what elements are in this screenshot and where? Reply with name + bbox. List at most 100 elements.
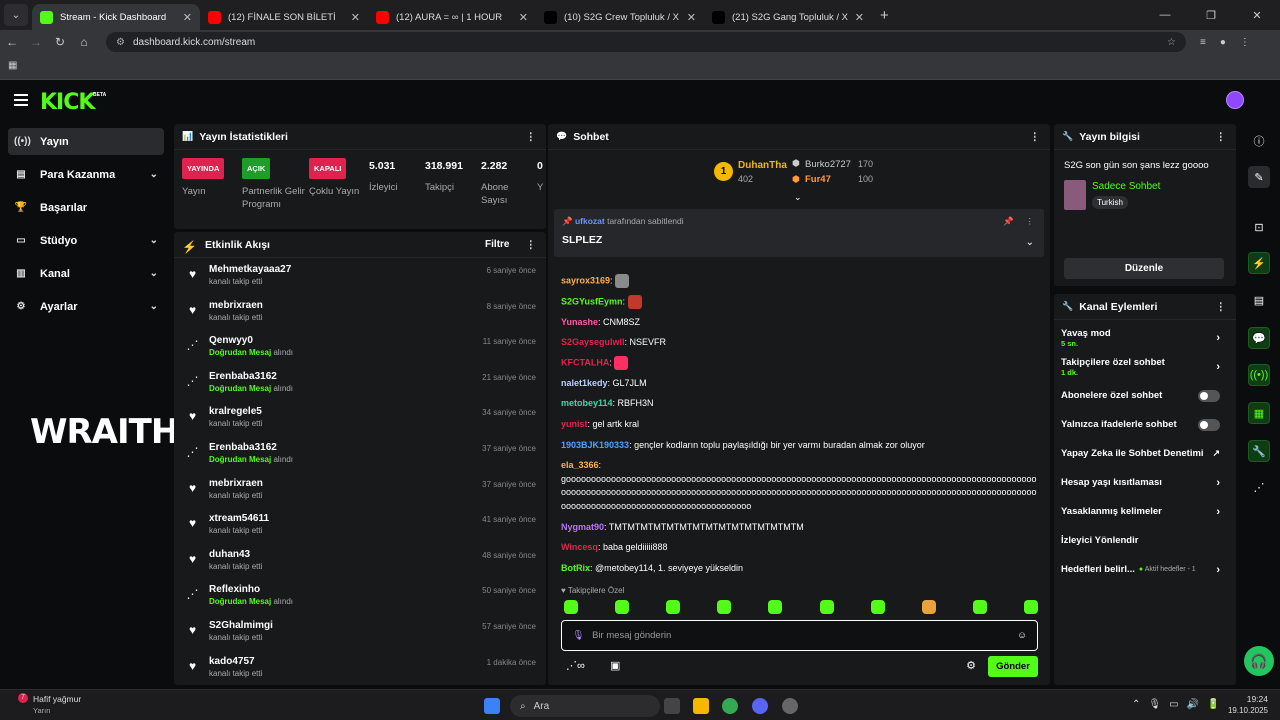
broadcast-icon[interactable]: ((•)) [1248, 364, 1270, 386]
more-options-icon[interactable]: ⋮ [526, 131, 537, 143]
bookmark-star-icon[interactable]: ☆ [1167, 37, 1176, 48]
chat-username[interactable]: S2Gaysegulwll [561, 337, 625, 347]
chat-username[interactable]: BotRix [561, 563, 590, 573]
feed-username[interactable]: xtream54611 [209, 513, 269, 524]
forward-icon[interactable]: → [24, 35, 48, 49]
feed-row[interactable]: ⋰ Qenwyy0 Doğrudan Mesaj alındı 11 saniye ö… [174, 329, 546, 365]
close-tab-icon[interactable]: ✕ [519, 11, 528, 24]
expand-leaderboard-icon[interactable]: ⌄ [794, 192, 802, 203]
feed-row[interactable]: ⋰ Erenbaba3162 Doğrudan Mesaj alındı 37 san… [174, 436, 546, 472]
emote-icon[interactable] [972, 600, 987, 614]
close-tab-icon[interactable]: ✕ [351, 11, 360, 24]
share-icon[interactable]: ⋰∞ [566, 659, 585, 672]
more-options-icon[interactable]: ⋮ [1026, 216, 1035, 227]
apps-icon[interactable]: ▦ [8, 60, 17, 71]
maximize-button[interactable]: ❐ [1188, 9, 1234, 22]
support-headset-icon[interactable]: 🎧 [1244, 646, 1274, 676]
feed-username[interactable]: Qenwyy0 [209, 335, 293, 346]
weather-label[interactable]: Hafif yağmur [33, 694, 81, 704]
feed-row[interactable]: ⋰ Reflexinho Doğrudan Mesaj alındı 50 saniy… [174, 578, 546, 614]
channel-action-item[interactable]: Yapay Zeka ile Sohbet Denetimi ↗ [1054, 439, 1236, 468]
emote-icon[interactable] [666, 600, 681, 614]
chat-username[interactable]: sayrox3169 [561, 275, 610, 285]
channel-action-item[interactable]: Abonelere özel sohbet [1054, 381, 1236, 410]
tab-search-button[interactable]: ⌄ [4, 4, 28, 26]
share-icon[interactable]: ⋰ [1248, 476, 1270, 498]
feed-username[interactable]: S2Ghalmimgi [209, 620, 273, 631]
chat-username[interactable]: Yunashe [561, 317, 598, 327]
emote-icon[interactable] [819, 600, 834, 614]
channel-action-item[interactable]: Yavaş mod 5 sn. › [1054, 323, 1236, 352]
feed-row[interactable]: ♥ xtream54611 kanalı takip etti 41 saniye ö… [174, 507, 546, 543]
channel-action-item[interactable]: İzleyici Yönlendir [1054, 526, 1236, 555]
chat-username[interactable]: ela_3366 [561, 460, 599, 470]
info-icon[interactable]: ⓘ [1248, 130, 1270, 152]
feed-row[interactable]: ♥ mebrixraen kanalı takip etti 8 saniye önc… [174, 294, 546, 330]
sidebar-item[interactable]: ▭ Stüdyo ⌄ [8, 227, 164, 254]
kick-logo[interactable]: KICK [40, 90, 95, 115]
filter-button[interactable]: Filtre [485, 239, 509, 250]
sidebar-item[interactable]: ▥ Kanal ⌄ [8, 260, 164, 287]
chat-username[interactable]: Wincesq [561, 542, 598, 552]
emote-icon[interactable] [921, 600, 936, 614]
settings-icon[interactable]: ⚙ [966, 659, 976, 672]
category-thumbnail[interactable] [1064, 180, 1086, 210]
feed-username[interactable]: duhan43 [209, 549, 262, 560]
chrome-icon[interactable] [722, 698, 738, 714]
tag-chip[interactable]: Turkish [1092, 196, 1128, 209]
discord-icon[interactable] [752, 698, 768, 714]
send-button[interactable]: Gönder [988, 656, 1038, 677]
clipboard-icon[interactable]: ▤ [1248, 289, 1270, 311]
home-icon[interactable]: ⌂ [72, 35, 96, 49]
sidebar-item[interactable]: ▤ Para Kazanma ⌄ [8, 161, 164, 188]
store-icon[interactable]: ▦ [1248, 402, 1270, 424]
emote-icon[interactable] [870, 600, 885, 614]
browser-tab[interactable]: Stream - Kick Dashboard ✕ [32, 4, 200, 30]
external-link-icon[interactable]: ↗ [1212, 448, 1220, 459]
site-info-icon[interactable]: ⚙ [116, 37, 125, 48]
store-icon[interactable]: ▣ [610, 659, 620, 672]
feed-row[interactable]: ♥ Mehmetkayaaa27 kanalı takip etti 6 saniye… [174, 258, 546, 294]
feed-username[interactable]: Reflexinho [209, 584, 293, 595]
channel-action-item[interactable]: Takipçilere özel sohbet 1 dk. › [1054, 352, 1236, 381]
close-tab-icon[interactable]: ✕ [855, 11, 864, 24]
emote-icon[interactable] [717, 600, 732, 614]
feed-row[interactable]: ♥ kralregele5 kanalı takip etti 34 saniye ö… [174, 400, 546, 436]
feed-row[interactable]: ⋰ Erenbaba3162 Doğrudan Mesaj alındı 21 san… [174, 365, 546, 401]
leader-name[interactable]: Fur47 [805, 174, 831, 185]
chevron-right-icon[interactable]: › [1216, 477, 1220, 489]
toggle-switch[interactable] [1198, 418, 1220, 431]
emote-icon[interactable] [615, 600, 630, 614]
channel-action-item[interactable]: Yasaklanmış kelimeler › [1054, 497, 1236, 526]
toggle-switch[interactable] [1198, 389, 1220, 402]
more-options-icon[interactable]: ⋮ [1216, 301, 1227, 313]
unpin-icon[interactable]: 📌 [1003, 216, 1014, 227]
close-tab-icon[interactable]: ✕ [183, 11, 192, 24]
emote-icon[interactable] [564, 600, 578, 614]
more-options-icon[interactable]: ⋮ [1216, 131, 1227, 143]
chat-username[interactable]: S2GYusfEymn [561, 296, 623, 306]
pinned-by-user[interactable]: ufkozat [575, 216, 605, 226]
browser-tab[interactable]: (21) S2G Gang Topluluk / X ✕ [704, 4, 872, 30]
category-name[interactable]: Sadece Sohbet [1092, 181, 1160, 192]
taskview-icon[interactable] [664, 698, 680, 714]
browser-tab[interactable]: (10) S2G Crew Topluluk / X ✕ [536, 4, 704, 30]
chat-username[interactable]: yunist [561, 419, 588, 429]
chat-username[interactable]: Nygmat90 [561, 522, 604, 532]
edit-button[interactable]: Düzenle [1064, 258, 1224, 279]
feed-row[interactable]: ♥ S2Ghalmimgi kanalı takip etti 57 saniye ö… [174, 614, 546, 650]
back-icon[interactable]: ← [0, 35, 24, 49]
emoji-icon[interactable]: ☺ [1017, 630, 1027, 641]
feed-row[interactable]: ♥ kado4757 kanalı takip etti 1 dakika önce [174, 650, 546, 685]
chat-username[interactable]: KFCTALHA [561, 357, 609, 367]
user-avatar[interactable] [1226, 91, 1244, 109]
browser-tab[interactable]: (12) AURA = ∞ | 1 HOUR ✕ [368, 4, 536, 30]
chevron-down-icon[interactable]: ⌄ [1026, 237, 1034, 248]
clock-time[interactable]: 19:24 [1228, 694, 1268, 704]
browser-tab[interactable]: (12) FİNALE SON BİLETİ ✕ [200, 4, 368, 30]
taskbar-search[interactable]: ⌕ Ara [510, 695, 660, 717]
feed-username[interactable]: mebrixraen [209, 300, 263, 311]
new-tab-button[interactable]: + [880, 7, 889, 24]
channel-action-item[interactable]: Hedefleri belirl... ● Aktif hedefler - 1 › [1054, 555, 1236, 584]
sidebar-item[interactable]: ((•)) Yayın [8, 128, 164, 155]
